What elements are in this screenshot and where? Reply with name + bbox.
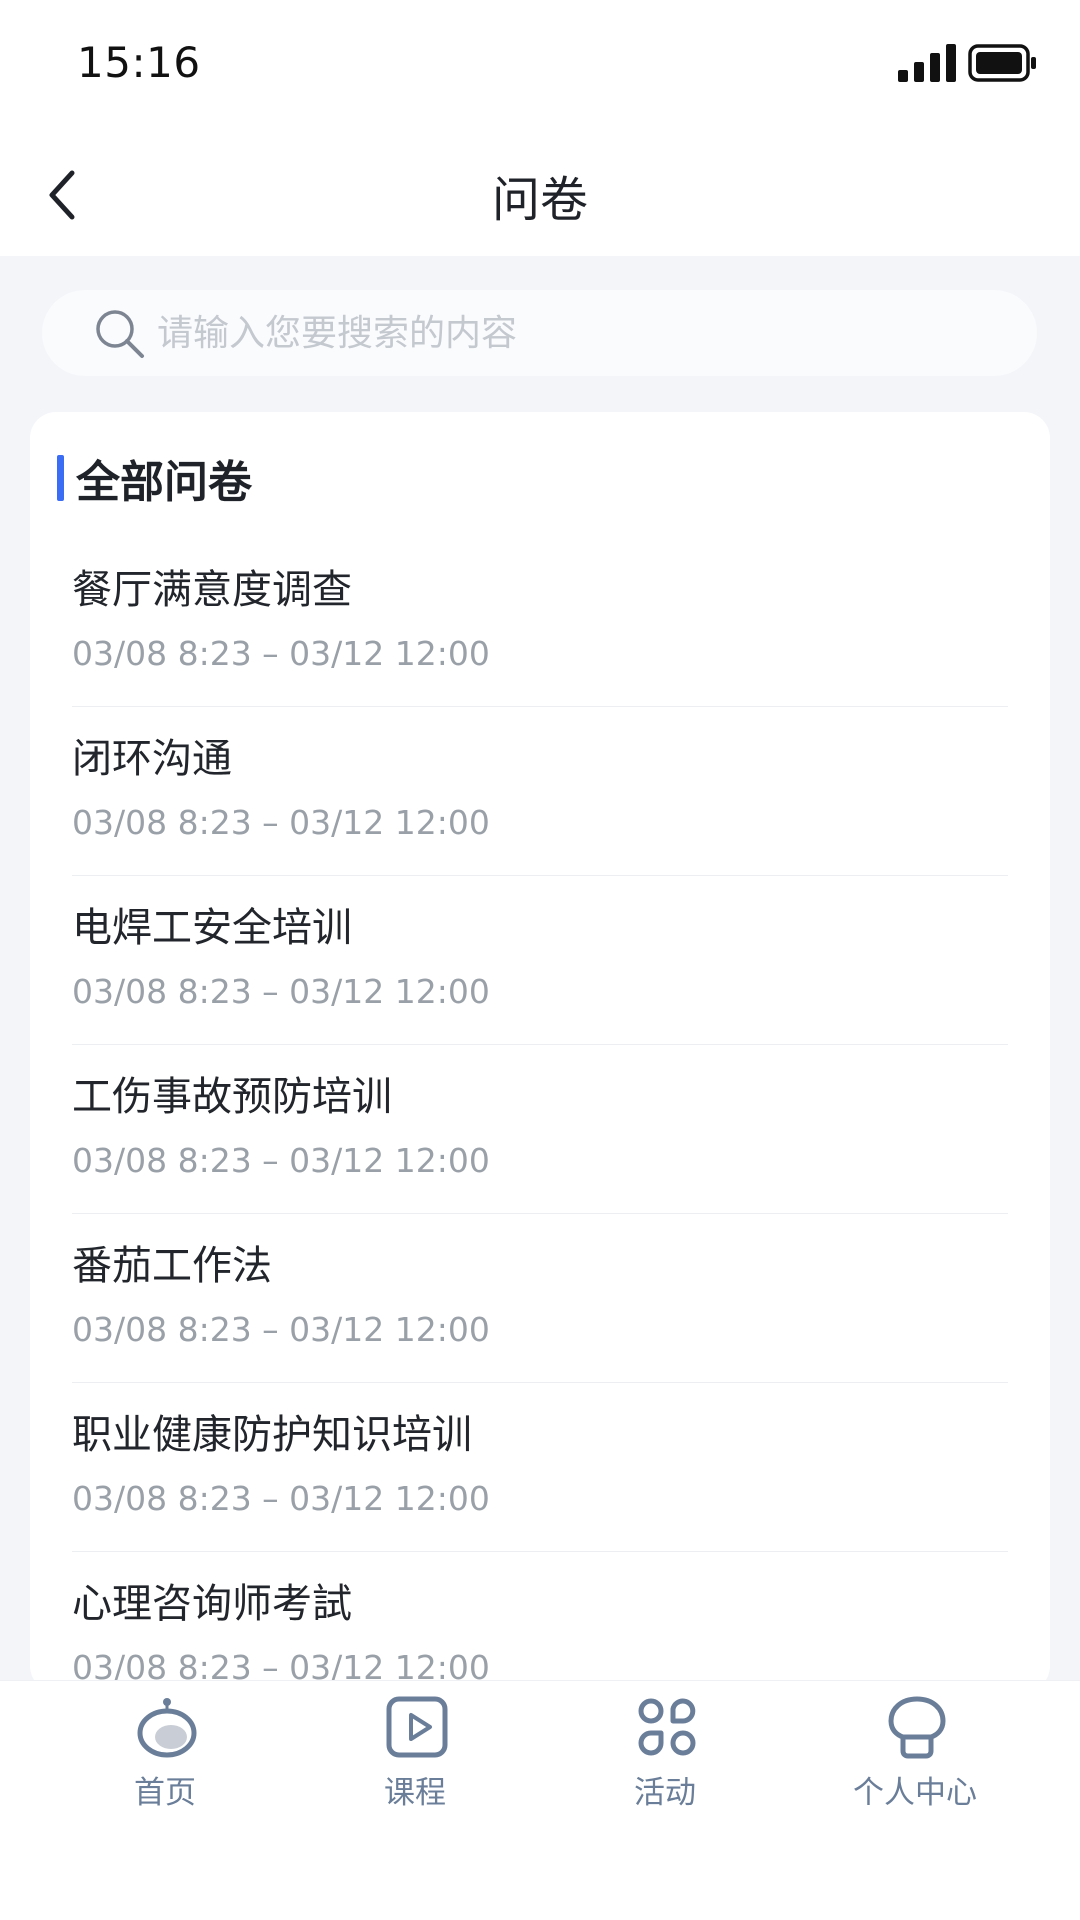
page-title: 问卷 xyxy=(491,172,588,228)
bottom-tab-bar: 首页 课程 活动 个人中心 xyxy=(0,1680,1080,1920)
survey-time: 03/08 8:23 – 03/12 12:00 xyxy=(72,1310,490,1349)
survey-title: 职业健康防护知识培训 xyxy=(72,1412,472,1458)
survey-item[interactable]: 闭环沟通 03/08 8:23 – 03/12 12:00 xyxy=(72,707,1008,876)
survey-item[interactable]: 餐厅满意度调查 03/08 8:23 – 03/12 12:00 xyxy=(72,538,1008,707)
survey-list: 餐厅满意度调查 03/08 8:23 – 03/12 12:00 闭环沟通 03… xyxy=(72,538,1008,1692)
status-bar: 15:16 xyxy=(0,0,1080,130)
tab-activities[interactable]: 活动 xyxy=(540,1681,790,1831)
survey-title: 心理咨询师考試 xyxy=(72,1581,352,1627)
survey-title: 电焊工安全培训 xyxy=(72,905,352,951)
section-title: 全部问卷 xyxy=(57,448,252,508)
tab-profile[interactable]: 个人中心 xyxy=(790,1681,1040,1831)
tab-courses[interactable]: 课程 xyxy=(290,1681,540,1831)
section-title-text: 全部问卷 xyxy=(76,457,252,508)
profile-icon xyxy=(888,1696,946,1759)
section-accent-bar xyxy=(57,455,64,501)
tab-label: 课程 xyxy=(384,1775,446,1811)
search-input[interactable] xyxy=(157,290,997,376)
survey-item[interactable]: 番茄工作法 03/08 8:23 – 03/12 12:00 xyxy=(72,1214,1008,1383)
signal-icon xyxy=(898,44,956,82)
status-time: 15:16 xyxy=(77,38,201,87)
survey-title: 工伤事故预防培训 xyxy=(72,1074,392,1120)
nav-bar: 问卷 xyxy=(0,130,1080,256)
search-icon xyxy=(96,310,144,358)
survey-item[interactable]: 工伤事故预防培训 03/08 8:23 – 03/12 12:00 xyxy=(72,1045,1008,1214)
survey-time: 03/08 8:23 – 03/12 12:00 xyxy=(72,803,490,842)
survey-item[interactable]: 职业健康防护知识培训 03/08 8:23 – 03/12 12:00 xyxy=(72,1383,1008,1552)
survey-time: 03/08 8:23 – 03/12 12:00 xyxy=(72,972,490,1011)
survey-time: 03/08 8:23 – 03/12 12:00 xyxy=(72,1479,490,1518)
survey-time: 03/08 8:23 – 03/12 12:00 xyxy=(72,1141,490,1180)
survey-title: 闭环沟通 xyxy=(72,736,232,782)
tab-label: 个人中心 xyxy=(853,1775,977,1811)
search-bar[interactable] xyxy=(42,290,1037,376)
home-robot-icon xyxy=(137,1698,197,1758)
activity-grid-icon xyxy=(638,1698,696,1756)
play-course-icon xyxy=(386,1696,448,1758)
battery-icon xyxy=(968,44,1036,82)
survey-card: 全部问卷 餐厅满意度调查 03/08 8:23 – 03/12 12:00 闭环… xyxy=(30,412,1050,1692)
tab-label: 首页 xyxy=(134,1775,196,1811)
tab-home[interactable]: 首页 xyxy=(40,1681,290,1831)
survey-title: 番茄工作法 xyxy=(72,1243,272,1289)
survey-item[interactable]: 心理咨询师考試 03/08 8:23 – 03/12 12:00 xyxy=(72,1552,1008,1692)
tab-label: 活动 xyxy=(634,1775,696,1811)
survey-title: 餐厅满意度调查 xyxy=(72,567,352,613)
survey-item[interactable]: 电焊工安全培训 03/08 8:23 – 03/12 12:00 xyxy=(72,876,1008,1045)
survey-time: 03/08 8:23 – 03/12 12:00 xyxy=(72,634,490,673)
